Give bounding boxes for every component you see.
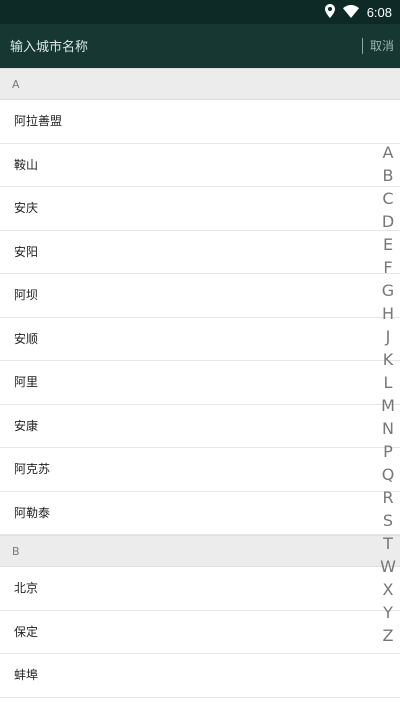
index-letter[interactable]: B xyxy=(378,164,398,187)
status-bar: 6:08 xyxy=(0,0,400,24)
index-letter[interactable]: P xyxy=(378,440,398,463)
index-letter[interactable]: S xyxy=(378,509,398,532)
location-icon xyxy=(324,3,335,22)
index-letter[interactable]: F xyxy=(378,256,398,279)
search-bar: 取消 xyxy=(0,24,400,68)
city-list-item[interactable]: 阿拉善盟 xyxy=(0,100,400,144)
index-letter[interactable]: Y xyxy=(378,601,398,624)
city-list-item[interactable]: 安阳 xyxy=(0,230,400,274)
index-letter[interactable]: G xyxy=(378,279,398,302)
index-letter[interactable]: Q xyxy=(378,463,398,486)
city-list-item[interactable]: 蚌埠 xyxy=(0,654,400,698)
search-divider xyxy=(362,38,363,54)
city-list[interactable]: A 阿拉善盟 鞍山 安庆 安阳 阿坝 安顺 阿里 安康 阿克苏 阿勒泰 B 北京 保定 蚌埠 xyxy=(0,68,400,710)
index-letter[interactable]: X xyxy=(378,578,398,601)
city-list-item[interactable]: 阿勒泰 xyxy=(0,491,400,535)
index-letter[interactable]: D xyxy=(378,210,398,233)
city-list-item[interactable]: 保定 xyxy=(0,610,400,654)
city-list-item[interactable]: 阿坝 xyxy=(0,274,400,318)
index-letter[interactable]: W xyxy=(378,555,398,578)
alphabet-index[interactable]: ABCDEFGHJKLMNPQRSTWXYZ xyxy=(378,141,398,647)
city-list-item[interactable]: 阿里 xyxy=(0,361,400,405)
index-letter[interactable]: H xyxy=(378,302,398,325)
city-search-input[interactable] xyxy=(8,34,352,60)
city-list-item[interactable]: 安庆 xyxy=(0,187,400,231)
city-list-item[interactable]: 北京 xyxy=(0,567,400,611)
city-list-item[interactable]: 阿克苏 xyxy=(0,448,400,492)
city-list-item[interactable]: 鞍山 xyxy=(0,143,400,187)
status-icons: 6:08 xyxy=(324,3,392,22)
index-letter[interactable]: T xyxy=(378,532,398,555)
index-letter[interactable]: C xyxy=(378,187,398,210)
index-letter[interactable]: R xyxy=(378,486,398,509)
index-letter[interactable]: K xyxy=(378,348,398,371)
index-letter[interactable]: L xyxy=(378,371,398,394)
index-letter[interactable]: J xyxy=(378,325,398,348)
wifi-icon xyxy=(342,3,359,22)
section-header: A xyxy=(0,68,400,100)
index-letter[interactable]: E xyxy=(378,233,398,256)
section-header: B xyxy=(0,535,400,567)
index-letter[interactable]: A xyxy=(378,141,398,164)
index-letter[interactable]: N xyxy=(378,417,398,440)
index-letter[interactable]: Z xyxy=(378,624,398,647)
status-time: 6:08 xyxy=(366,5,392,20)
city-list-item[interactable]: 安顺 xyxy=(0,317,400,361)
city-list-item[interactable]: 安康 xyxy=(0,404,400,448)
index-letter[interactable]: M xyxy=(378,394,398,417)
cancel-button[interactable]: 取消 xyxy=(370,37,394,54)
